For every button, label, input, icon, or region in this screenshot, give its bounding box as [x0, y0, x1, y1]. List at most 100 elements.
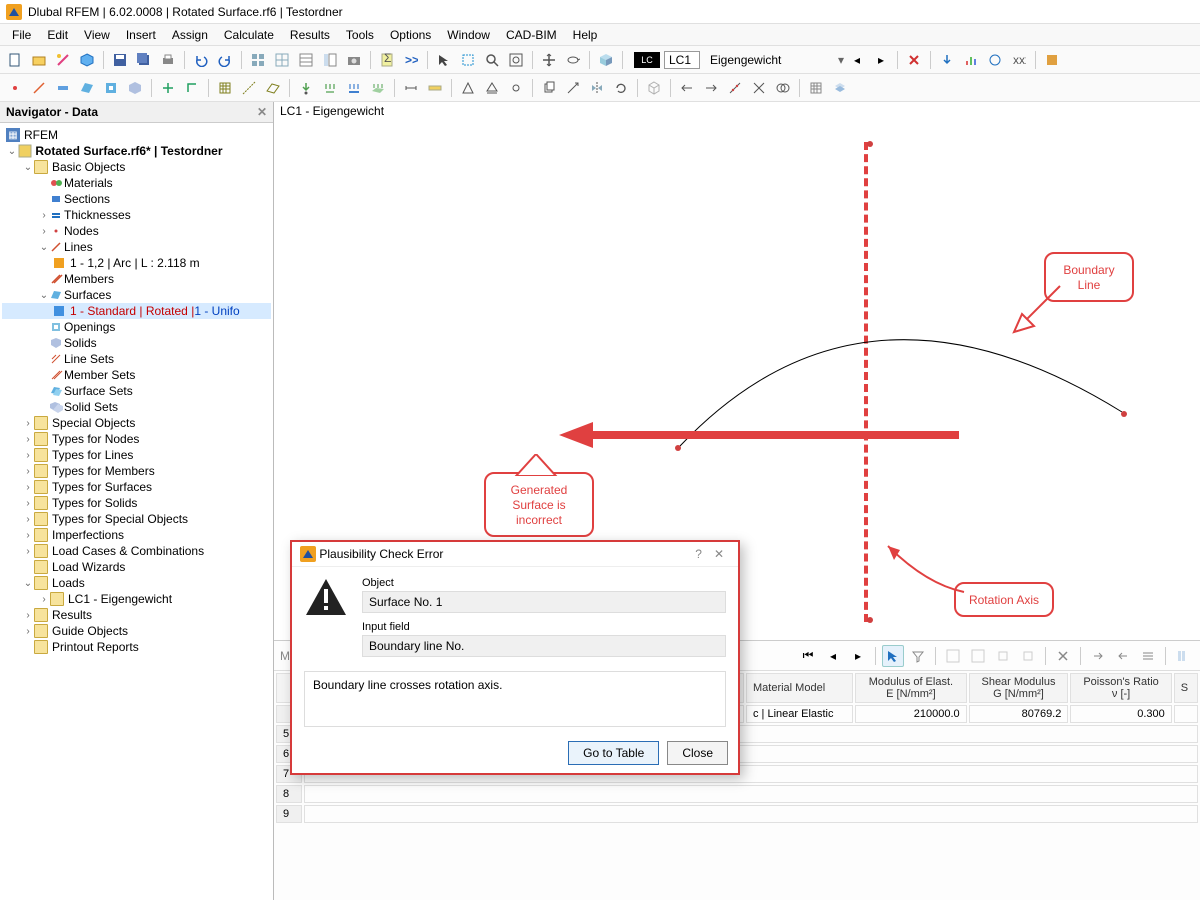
- mesh-icon[interactable]: [805, 77, 827, 99]
- trim-icon[interactable]: [676, 77, 698, 99]
- menu-edit[interactable]: Edit: [39, 26, 76, 44]
- tree-basic-objects[interactable]: ⌄Basic Objects: [2, 159, 271, 175]
- table-import-icon[interactable]: [1112, 645, 1134, 667]
- ortho-icon[interactable]: [181, 77, 203, 99]
- tree-model[interactable]: ⌄ Rotated Surface.rf6* | Testordner: [2, 143, 271, 159]
- open-icon[interactable]: [28, 49, 50, 71]
- table-row[interactable]: 9: [276, 805, 1198, 823]
- view-nav-icon[interactable]: [319, 49, 341, 71]
- tree-members[interactable]: Members: [2, 271, 271, 287]
- menu-results[interactable]: Results: [282, 26, 338, 44]
- tree-materials[interactable]: Materials: [2, 175, 271, 191]
- tree-types-lines[interactable]: ›Types for Lines: [2, 447, 271, 463]
- tree-types-surfaces[interactable]: ›Types for Surfaces: [2, 479, 271, 495]
- table-cols-icon[interactable]: [1172, 645, 1194, 667]
- copy-icon[interactable]: [538, 77, 560, 99]
- grid-h-s[interactable]: S: [1174, 673, 1198, 703]
- tree-types-solids[interactable]: ›Types for Solids: [2, 495, 271, 511]
- tree-results[interactable]: ›Results: [2, 607, 271, 623]
- grid-h-g[interactable]: Shear Modulus G [N/mm²]: [969, 673, 1069, 703]
- table-copy-icon[interactable]: [992, 645, 1014, 667]
- grid-h-nu[interactable]: Poisson's Ratio ν [-]: [1070, 673, 1171, 703]
- tree-root[interactable]: ▦RFEM: [2, 127, 271, 143]
- pan-icon[interactable]: [538, 49, 560, 71]
- tree-surface-1[interactable]: 1 - Standard | Rotated | 1 - Unifo: [2, 303, 271, 319]
- menu-tools[interactable]: Tools: [338, 26, 382, 44]
- undo-icon[interactable]: [190, 49, 212, 71]
- tree-openings[interactable]: Openings: [2, 319, 271, 335]
- divide-icon[interactable]: [724, 77, 746, 99]
- tree-types-special[interactable]: ›Types for Special Objects: [2, 511, 271, 527]
- tree-membersets[interactable]: Member Sets: [2, 367, 271, 383]
- select-rect-icon[interactable]: [457, 49, 479, 71]
- table-select-mode-icon[interactable]: [882, 645, 904, 667]
- new-icon[interactable]: [4, 49, 26, 71]
- tree-printout[interactable]: Printout Reports: [2, 639, 271, 655]
- tree-lines[interactable]: ⌄Lines: [2, 239, 271, 255]
- dialog-help-icon[interactable]: ?: [689, 547, 708, 561]
- rotate-icon[interactable]: [562, 49, 584, 71]
- layer-icon[interactable]: [829, 77, 851, 99]
- mirror-icon[interactable]: [586, 77, 608, 99]
- close-button[interactable]: Close: [667, 741, 728, 765]
- table-filter-icon[interactable]: [907, 645, 929, 667]
- box-icon[interactable]: [643, 77, 665, 99]
- delete-icon[interactable]: [903, 49, 925, 71]
- load-case-selector[interactable]: LC LC1 Eigengewicht ▾: [634, 51, 844, 69]
- table-del-row-icon[interactable]: [967, 645, 989, 667]
- tree-surfacesets[interactable]: Surface Sets: [2, 383, 271, 399]
- global-deform-icon[interactable]: [984, 49, 1006, 71]
- save-icon[interactable]: [109, 49, 131, 71]
- wizard-icon[interactable]: [52, 49, 74, 71]
- extend-icon[interactable]: [700, 77, 722, 99]
- tree-thicknesses[interactable]: ›Thicknesses: [2, 207, 271, 223]
- member-icon[interactable]: [52, 77, 74, 99]
- tree-solidsets[interactable]: Solid Sets: [2, 399, 271, 415]
- tree-guide[interactable]: ›Guide Objects: [2, 623, 271, 639]
- tree-types-members[interactable]: ›Types for Members: [2, 463, 271, 479]
- grid-icon[interactable]: [247, 49, 269, 71]
- table-list-icon[interactable]: [1137, 645, 1159, 667]
- goto-table-button[interactable]: Go to Table: [568, 741, 659, 765]
- prev-lc-icon[interactable]: ◂: [846, 49, 868, 71]
- menu-assign[interactable]: Assign: [164, 26, 216, 44]
- table-prev-icon[interactable]: ◂: [822, 645, 844, 667]
- save-all-icon[interactable]: [133, 49, 155, 71]
- viewport[interactable]: LC1 - Eigengewicht Generated Surface is …: [274, 102, 1200, 900]
- menu-options[interactable]: Options: [382, 26, 439, 44]
- guide-icon[interactable]: [238, 77, 260, 99]
- print-icon[interactable]: [157, 49, 179, 71]
- table-first-icon[interactable]: ⏮: [797, 645, 819, 667]
- opening-icon[interactable]: [100, 77, 122, 99]
- dimension-icon[interactable]: [400, 77, 422, 99]
- isometric-icon[interactable]: [595, 49, 617, 71]
- nodal-load-icon[interactable]: [295, 77, 317, 99]
- line-icon[interactable]: [28, 77, 50, 99]
- tree-linesets[interactable]: Line Sets: [2, 351, 271, 367]
- calc2-icon[interactable]: >>c: [400, 49, 422, 71]
- tree-imperfections[interactable]: ›Imperfections: [2, 527, 271, 543]
- redo-icon[interactable]: [214, 49, 236, 71]
- tree-types-nodes[interactable]: ›Types for Nodes: [2, 431, 271, 447]
- view-tables-icon[interactable]: [295, 49, 317, 71]
- tree-surfaces[interactable]: ⌄Surfaces: [2, 287, 271, 303]
- menu-calculate[interactable]: Calculate: [216, 26, 282, 44]
- table-next-icon[interactable]: ▸: [847, 645, 869, 667]
- move-icon[interactable]: [562, 77, 584, 99]
- member-load-icon[interactable]: [343, 77, 365, 99]
- area-load-icon[interactable]: [367, 77, 389, 99]
- menu-view[interactable]: View: [76, 26, 118, 44]
- tree-lc-comb[interactable]: ›Load Cases & Combinations: [2, 543, 271, 559]
- zoom-all-icon[interactable]: [505, 49, 527, 71]
- show-results-icon[interactable]: [960, 49, 982, 71]
- camera-icon[interactable]: [343, 49, 365, 71]
- show-loads-icon[interactable]: [936, 49, 958, 71]
- menu-file[interactable]: File: [4, 26, 39, 44]
- intersect-icon[interactable]: [772, 77, 794, 99]
- support2-icon[interactable]: [481, 77, 503, 99]
- tree-special[interactable]: ›Special Objects: [2, 415, 271, 431]
- grid-h-model[interactable]: Material Model: [746, 673, 853, 703]
- solid-icon[interactable]: [124, 77, 146, 99]
- tree-nodes[interactable]: ›Nodes: [2, 223, 271, 239]
- calc-icon[interactable]: Σ: [376, 49, 398, 71]
